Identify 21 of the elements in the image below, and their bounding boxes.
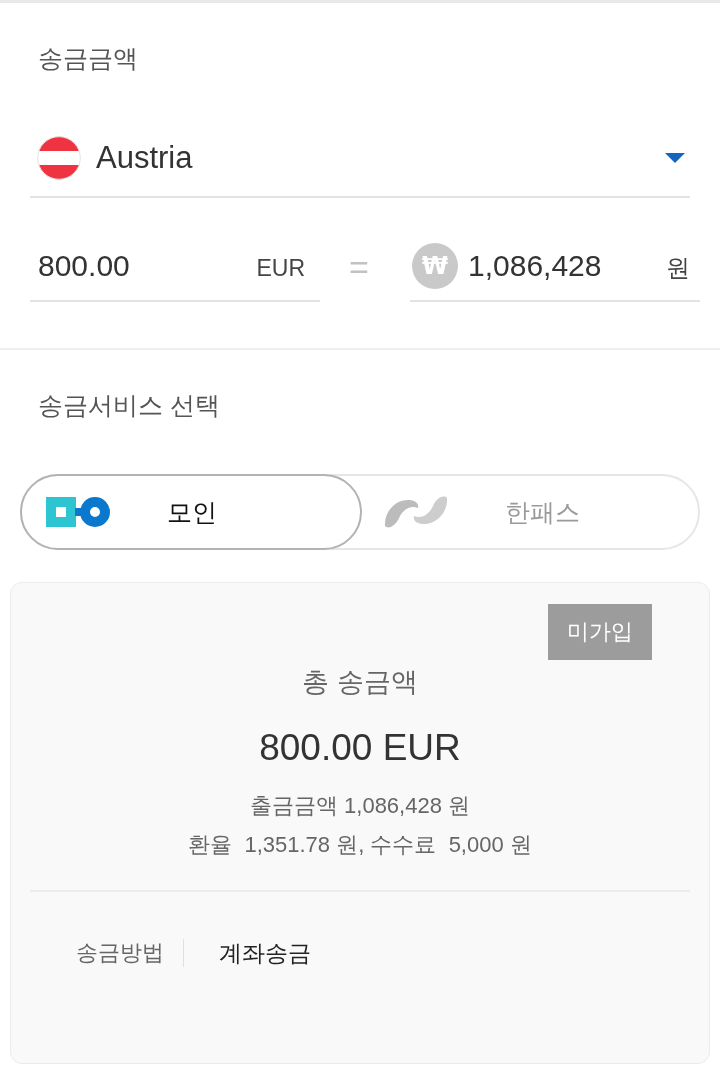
receive-amount-field[interactable]: ₩ 1,086,428 원 — [410, 232, 700, 302]
send-amount-field[interactable]: 800.00 EUR — [30, 232, 320, 302]
currency-unit: 원 — [666, 253, 690, 283]
total-label: 총 송금액 — [302, 666, 418, 699]
currency-symbol: ₩ — [412, 243, 458, 289]
section-title: 송금서비스 선택 — [38, 390, 220, 421]
status-tag: 미가입 — [548, 604, 652, 660]
flag-icon — [37, 136, 81, 180]
withdraw-amount-text: 출금금액 1,086,428 원 — [249, 792, 471, 820]
method-value: 계좌송금 — [219, 938, 311, 968]
total-amount: 800.00 EUR — [259, 726, 461, 770]
method-label: 송금방법 — [76, 939, 164, 967]
swoosh-logo-icon — [384, 495, 448, 529]
service-tab[interactable]: 모인 — [20, 474, 362, 550]
country-select[interactable]: Austria — [30, 120, 690, 198]
rate-fee-text: 환율 1,351.78 원, 수수료 5,000 원 — [188, 831, 532, 859]
caret-icon — [665, 153, 685, 163]
square-ring-logo-icon — [46, 496, 110, 528]
currency-code: EUR — [256, 253, 305, 282]
equals-sign: = — [349, 247, 369, 287]
section-title: 송금금액 — [38, 43, 138, 74]
